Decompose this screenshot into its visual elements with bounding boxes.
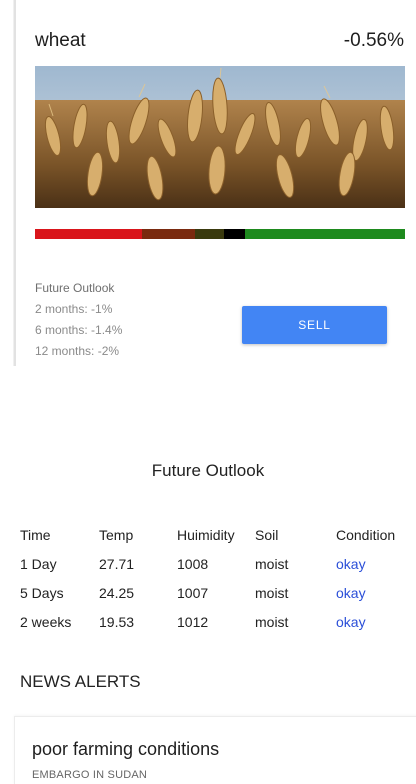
news-subtitle: EMBARGO IN SUDAN — [32, 769, 148, 781]
table-row: 5 Days 24.25 1007 moist okay — [20, 578, 412, 607]
soil-cell: moist — [255, 555, 289, 572]
column-header: Condition — [336, 527, 396, 543]
temp-cell: 27.71 — [99, 555, 135, 572]
time-cell: 2 weeks — [20, 613, 72, 630]
sell-button[interactable]: SELL — [242, 306, 387, 344]
condition-link[interactable]: okay — [336, 585, 366, 601]
column-header: Temp — [99, 527, 134, 543]
outlook-line: 6 months: -1.4% — [35, 323, 123, 337]
page: wheat -0.56% Future Outlook 2 months: -1… — [0, 0, 416, 784]
soil-cell: moist — [255, 613, 289, 630]
price-change: -0.56% — [343, 30, 404, 51]
news-alerts-heading: NEWS ALERTS — [20, 672, 141, 691]
future-outlook-summary: Future Outlook 2 months: -1% 6 months: -… — [35, 278, 122, 362]
time-cell: 5 Days — [20, 584, 64, 601]
soil-cell: moist — [255, 584, 289, 601]
price-trend-bar — [35, 229, 405, 239]
condition-link[interactable]: okay — [336, 556, 366, 572]
table-row: 1 Day 27.71 1008 moist okay — [20, 549, 412, 578]
humidity-cell: 1012 — [177, 613, 209, 630]
temp-cell: 19.53 — [99, 613, 135, 630]
forecast-table: Time Temp Huimidity Soil Condition 1 Day… — [20, 521, 412, 636]
forecast-title: Future Outlook — [151, 461, 265, 480]
condition-link[interactable]: okay — [336, 614, 366, 630]
commodity-name: wheat — [35, 30, 86, 51]
condition-cell: okay — [332, 549, 412, 578]
condition-cell: okay — [332, 607, 412, 636]
table-header-row: Time Temp Huimidity Soil Condition — [20, 521, 412, 549]
outlook-line: 2 months: -1% — [35, 302, 113, 316]
humidity-cell: 1008 — [177, 555, 209, 572]
news-card[interactable]: poor farming conditions EMBARGO IN SUDAN — [14, 716, 416, 784]
column-header: Huimidity — [177, 527, 235, 543]
trend-bar-dark-red — [141, 229, 196, 239]
time-cell: 1 Day — [20, 555, 57, 572]
trend-bar-marker — [224, 229, 245, 239]
commodity-card[interactable]: wheat -0.56% Future Outlook 2 months: -1… — [14, 0, 416, 366]
outlook-title: Future Outlook — [35, 281, 115, 295]
trend-bar-red — [35, 229, 142, 239]
humidity-cell: 1007 — [177, 584, 209, 601]
trend-bar-brown — [195, 229, 225, 239]
condition-cell: okay — [332, 578, 412, 607]
wheat-field-image — [35, 66, 405, 208]
temp-cell: 24.25 — [99, 584, 135, 601]
news-title: poor farming conditions — [32, 739, 220, 759]
table-row: 2 weeks 19.53 1012 moist okay — [20, 607, 412, 636]
column-header: Time — [20, 527, 51, 543]
column-header: Soil — [255, 527, 279, 543]
card-header: wheat -0.56% — [35, 28, 404, 54]
trend-bar-green — [244, 229, 405, 239]
outlook-line: 12 months: -2% — [35, 344, 120, 358]
